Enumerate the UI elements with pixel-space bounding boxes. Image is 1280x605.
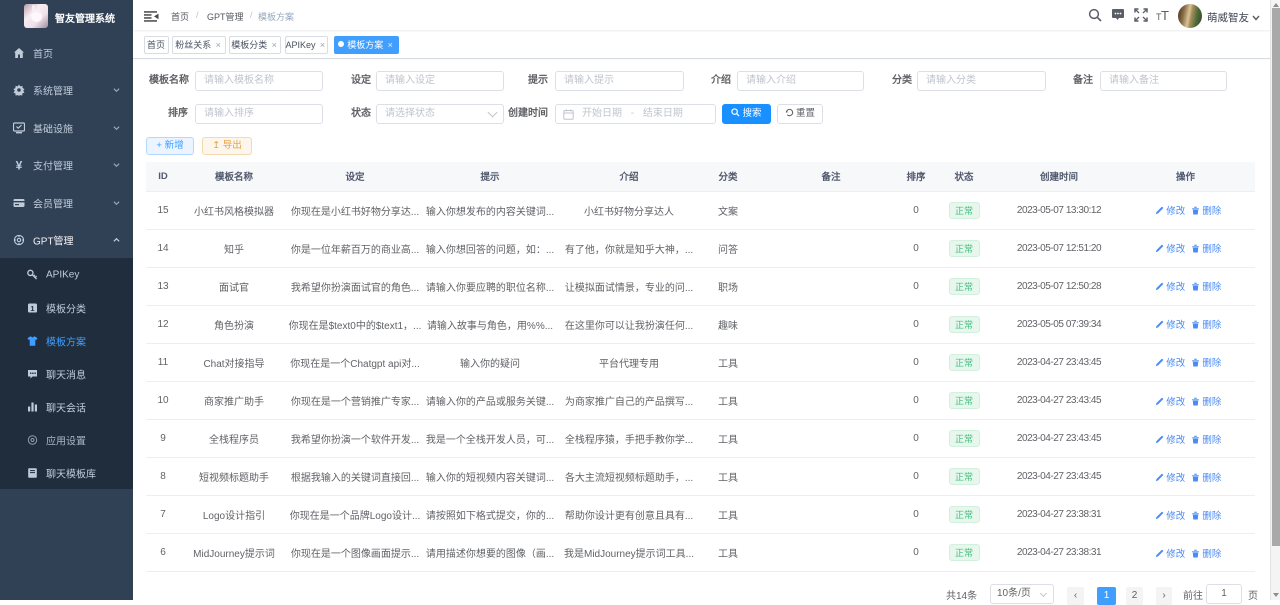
svg-text:T: T	[1161, 8, 1169, 22]
svg-text:¥: ¥	[16, 159, 23, 171]
svg-text:1: 1	[30, 303, 34, 312]
